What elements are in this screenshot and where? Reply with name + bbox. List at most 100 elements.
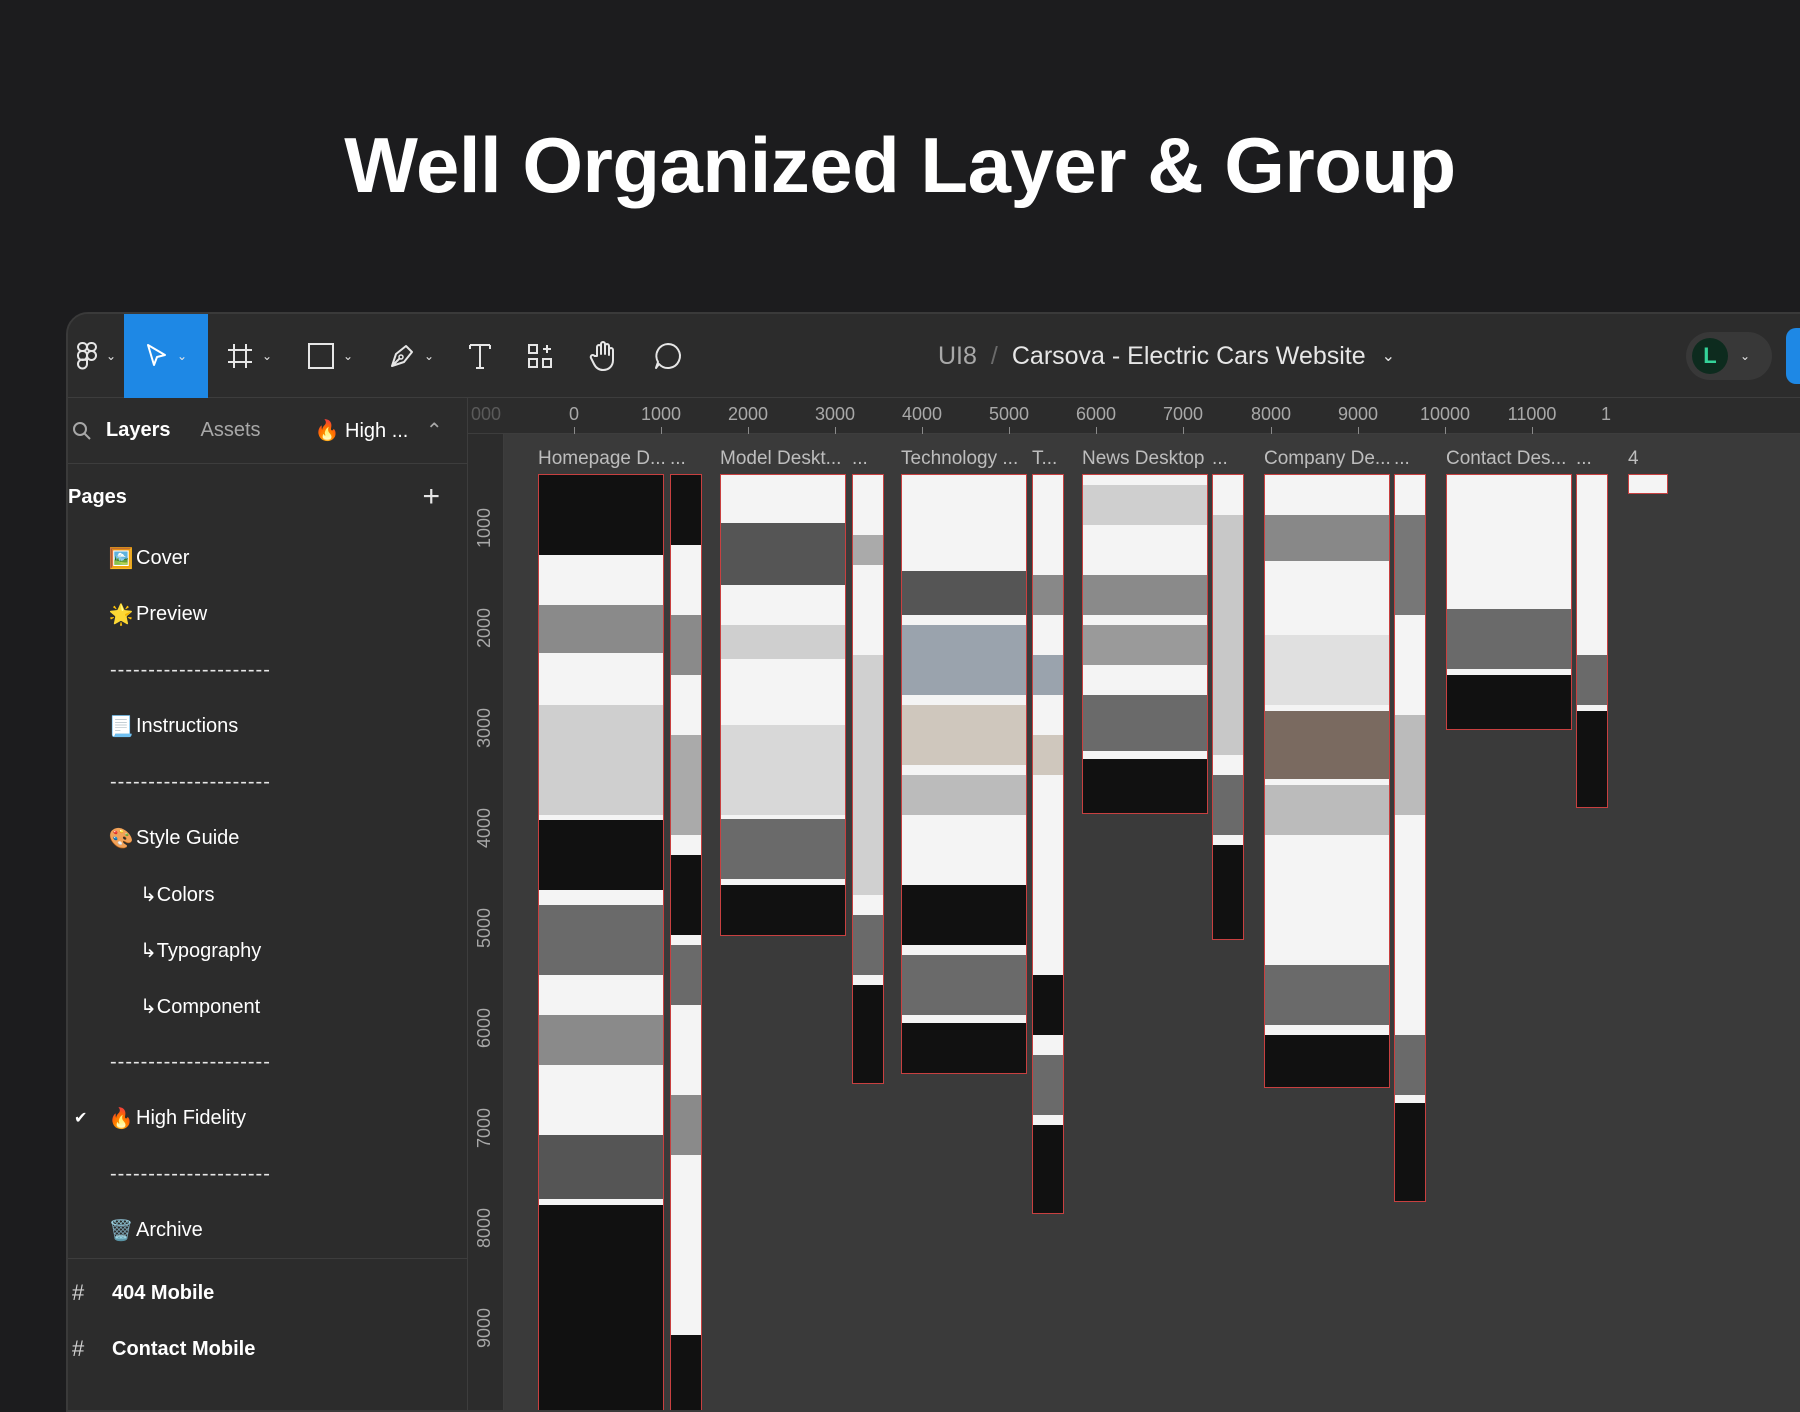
chevron-down-icon: ⌄ [261, 349, 273, 363]
ruler-label: 2000 [727, 404, 769, 424]
artboard-technology-desktop[interactable] [901, 474, 1027, 1074]
avatar[interactable]: L [1692, 338, 1728, 374]
page-item-label: High Fidelity [136, 1106, 247, 1129]
tab-layers[interactable]: Layers [106, 419, 171, 442]
chevron-up-icon: ⌃ [425, 420, 443, 442]
ruler-label: 1000 [474, 507, 494, 548]
chevron-down-icon: ⌄ [1740, 349, 1751, 363]
frame-label-contact[interactable]: Contact Des... [1446, 448, 1566, 470]
frame-icon [227, 344, 252, 368]
ruler-vertical: 1000 2000 3000 4000 5000 6000 7000 8000 … [468, 434, 504, 1410]
ruler-label: 2000 [474, 607, 494, 648]
page-item-label: ↳Component [140, 995, 261, 1018]
text-tool-button[interactable] [452, 314, 508, 398]
artboard-homepage-desktop[interactable] [538, 474, 664, 1410]
layer-list: #404 Mobile # Contact Mobile [68, 1258, 468, 1377]
frame-tool-button[interactable]: ⌄ [208, 314, 290, 398]
fire-icon: 🔥 [314, 420, 340, 442]
pen-tool-button[interactable]: ⌄ [370, 314, 452, 398]
figma-logo-icon [76, 342, 97, 370]
ruler-label: 4000 [901, 404, 943, 424]
ruler-label: 6000 [474, 1007, 494, 1048]
add-page-button[interactable]: + [422, 480, 440, 514]
page-item-label: Cover [136, 546, 190, 569]
artboard-model-desktop[interactable] [720, 474, 846, 936]
page-item-label: --------------------- [110, 770, 271, 793]
page-item-typography[interactable]: ↳Typography [68, 922, 468, 978]
ruler-label: 7000 [474, 1107, 494, 1148]
ruler-label: 10000 [1419, 404, 1471, 424]
frame-label[interactable]: ... [1394, 448, 1410, 470]
artboard-news-mobile[interactable] [1212, 474, 1244, 940]
file-name[interactable]: Carsova - Electric Cars Website [1012, 342, 1366, 371]
frame-label-company[interactable]: Company De... [1264, 448, 1391, 470]
rectangle-icon [307, 343, 334, 369]
page-item-instructions[interactable]: 📃 Instructions [68, 698, 468, 754]
user-menu[interactable]: L ⌄ [1686, 332, 1772, 380]
ruler-label: 3000 [814, 404, 856, 424]
page-item-archive[interactable]: 🗑️ Archive [68, 1202, 468, 1258]
frame-label[interactable]: T... [1032, 448, 1057, 470]
ruler-label: 9000 [474, 1307, 494, 1348]
main-menu-button[interactable]: ⌄ [68, 314, 124, 398]
frame-label-news[interactable]: News Desktop [1082, 448, 1205, 470]
artboard-contact-desktop[interactable] [1446, 474, 1572, 730]
resources-tool-button[interactable] [508, 314, 572, 398]
current-page-selector[interactable]: 🔥 High ... ⌃ [315, 418, 443, 443]
ruler-label: 000 [470, 404, 502, 424]
page-item-component[interactable]: ↳Component [68, 978, 468, 1034]
project-name[interactable]: UI8 [938, 342, 977, 371]
figma-window: ⌄ ⌄ ⌄ ⌄ ⌄ UI8 / Carsova - Electric Cars … [66, 312, 1800, 1412]
artboard-homepage-mobile[interactable] [670, 474, 702, 1410]
ruler-label: 3000 [474, 707, 494, 748]
sidebar-tabs: Layers Assets 🔥 High ... ⌃ [68, 398, 468, 464]
frame-label[interactable]: ... [852, 448, 868, 470]
page-item-label: Instructions [136, 714, 239, 737]
shape-tool-button[interactable]: ⌄ [290, 314, 370, 398]
chevron-down-icon: ⌄ [342, 349, 354, 363]
file-title[interactable]: UI8 / Carsova - Electric Cars Website ⌄ [938, 314, 1395, 398]
tab-assets[interactable]: Assets [201, 419, 261, 442]
page-item-divider[interactable]: --------------------- [68, 1034, 468, 1090]
artboard-partial[interactable] [1628, 474, 1668, 494]
page-item-divider[interactable]: --------------------- [68, 642, 468, 698]
page-item-label: ↳Colors [140, 883, 215, 906]
frame-label[interactable]: 4 [1628, 448, 1639, 470]
search-icon[interactable] [72, 421, 92, 441]
ruler-label: 1 [1600, 404, 1612, 424]
page-item-label: ↳Typography [140, 939, 262, 962]
frame-label[interactable]: ... [1576, 448, 1592, 470]
artboard-news-desktop[interactable] [1082, 474, 1208, 814]
page-item-preview[interactable]: 🌟 Preview [68, 586, 468, 642]
artboard-contact-mobile[interactable] [1576, 474, 1608, 808]
frame-label[interactable]: ... [1212, 448, 1228, 470]
page-item-divider[interactable]: --------------------- [68, 754, 468, 810]
artboard-company-desktop[interactable] [1264, 474, 1390, 1088]
pages-header: Pages + [68, 464, 468, 530]
hand-tool-button[interactable] [572, 314, 636, 398]
page-item-divider[interactable]: --------------------- [68, 1146, 468, 1202]
layer-item-404-mobile[interactable]: #404 Mobile [68, 1265, 468, 1321]
page-item-high-fidelity[interactable]: ✔ 🔥 High Fidelity [68, 1090, 468, 1146]
frame-label[interactable]: ... [670, 448, 686, 470]
move-tool-button[interactable]: ⌄ [124, 314, 208, 398]
palette-icon: 🎨 [108, 827, 134, 850]
comment-tool-button[interactable] [636, 314, 700, 398]
ruler-label: 0 [568, 404, 580, 424]
page-item-colors[interactable]: ↳Colors [68, 866, 468, 922]
artboard-model-mobile[interactable] [852, 474, 884, 1084]
frame-label-technology[interactable]: Technology ... [901, 448, 1018, 470]
canvas[interactable]: Homepage D... ... Model Deskt... ... Tec… [504, 434, 1800, 1410]
artboard-technology-mobile[interactable] [1032, 474, 1064, 1214]
artboard-company-mobile[interactable] [1394, 474, 1426, 1202]
frame-label-model[interactable]: Model Deskt... [720, 448, 841, 470]
chevron-down-icon[interactable]: ⌄ [1382, 346, 1395, 366]
title-separator: / [990, 341, 998, 370]
frame-label-homepage[interactable]: Homepage D... [538, 448, 666, 470]
layer-label: Contact Mobile [112, 1337, 256, 1360]
page-item-cover[interactable]: 🖼️ Cover [68, 530, 468, 586]
layer-item-contact-mobile[interactable]: # Contact Mobile [68, 1321, 468, 1377]
cursor-icon [146, 344, 166, 366]
share-button[interactable] [1786, 328, 1800, 384]
page-item-style-guide[interactable]: 🎨 Style Guide [68, 810, 468, 866]
